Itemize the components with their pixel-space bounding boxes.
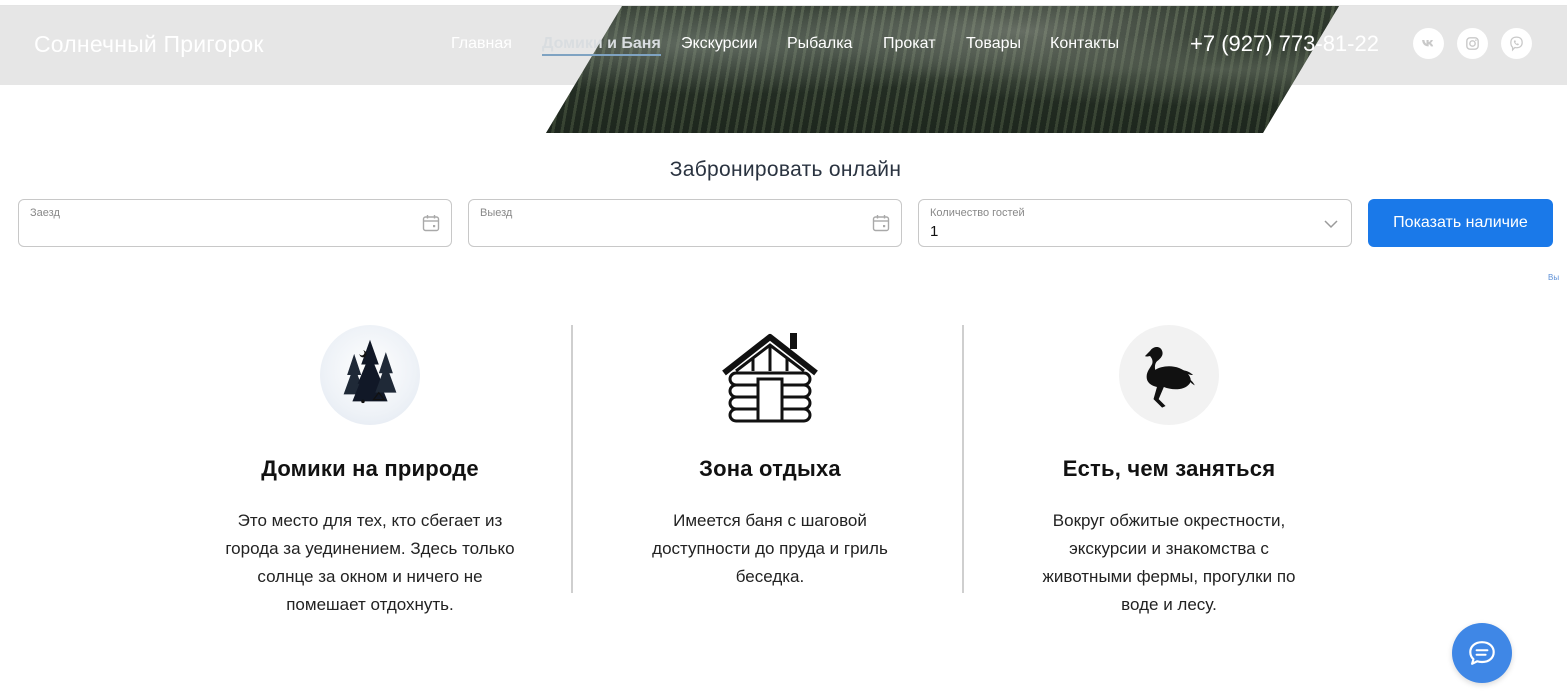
hero-photo-strip [546,6,1339,133]
nav-item-houses[interactable]: Домики и Баня [542,35,661,56]
feature-text: Это место для тех, кто сбегает из города… [170,507,570,619]
feature-text: Имеется баня с шаговой доступности до пр… [570,507,970,591]
log-cabin-icon [720,325,820,425]
checkin-field[interactable]: Заезд [18,199,452,247]
checkout-field[interactable]: Выезд [468,199,902,247]
feature-line: животными фермы, прогулки по [1042,567,1296,586]
feature-rest-zone: Зона отдыха Имеется баня с шаговой досту… [570,325,970,591]
show-availability-button[interactable]: Показать наличие [1368,199,1553,247]
feature-activities: Есть, чем заняться Вокруг обжитые окрест… [969,325,1369,619]
nav-item-rental[interactable]: Прокат [883,35,936,53]
nav-item-goods[interactable]: Товары [966,35,1021,53]
guests-select[interactable]: Количество гостей 1 [918,199,1352,247]
feature-divider [962,325,964,593]
viber-icon[interactable] [1501,28,1532,59]
feature-line: доступности до пруда и гриль [652,539,888,558]
nav-item-excursions[interactable]: Экскурсии [681,35,757,53]
feature-title: Зона отдыха [699,456,841,481]
feature-title: Есть, чем заняться [1062,456,1276,481]
chat-widget-button[interactable] [1452,623,1512,683]
calendar-icon[interactable] [871,213,891,233]
feature-houses: Домики на природе Это место для тех, кто… [170,325,570,619]
feature-line: Это место для тех, кто сбегает из [237,511,503,530]
checkout-label: Выезд [480,207,513,219]
booking-title: Забронировать онлайн [669,158,902,181]
guests-value: 1 [930,223,939,240]
nav-item-home[interactable]: Главная [451,35,512,53]
forest-camp-icon [320,325,420,425]
vk-icon[interactable] [1413,28,1444,59]
calendar-icon[interactable] [421,213,441,233]
feature-line: беседка. [735,567,805,586]
feature-line: солнце за окном и ничего не [257,567,483,586]
guests-label: Количество гостей [930,207,1025,219]
nav-item-contacts[interactable]: Контакты [1050,35,1119,53]
feature-line: города за уединением. Здесь только [225,539,515,558]
feature-title: Домики на природе [261,456,479,481]
tiny-link[interactable]: Вы [1548,273,1559,282]
ostrich-icon [1119,325,1219,425]
feature-text: Вокруг обжитые окрестности, экскурсии и … [969,507,1369,619]
chat-icon [1469,641,1495,665]
phone-link[interactable]: +7 (927) 773-81-22 [1190,31,1379,57]
checkin-label: Заезд [30,207,60,219]
nav-item-fishing[interactable]: Рыбалка [787,35,852,53]
feature-line: помешает отдохнуть. [286,595,454,614]
feature-line: экскурсии и знакомства с [1069,539,1269,558]
chevron-down-icon [1324,220,1338,229]
instagram-icon[interactable] [1457,28,1488,59]
feature-line: Вокруг обжитые окрестности, [1052,511,1286,530]
feature-line: Имеется баня с шаговой [673,511,867,530]
feature-line: воде и лесу. [1121,595,1217,614]
